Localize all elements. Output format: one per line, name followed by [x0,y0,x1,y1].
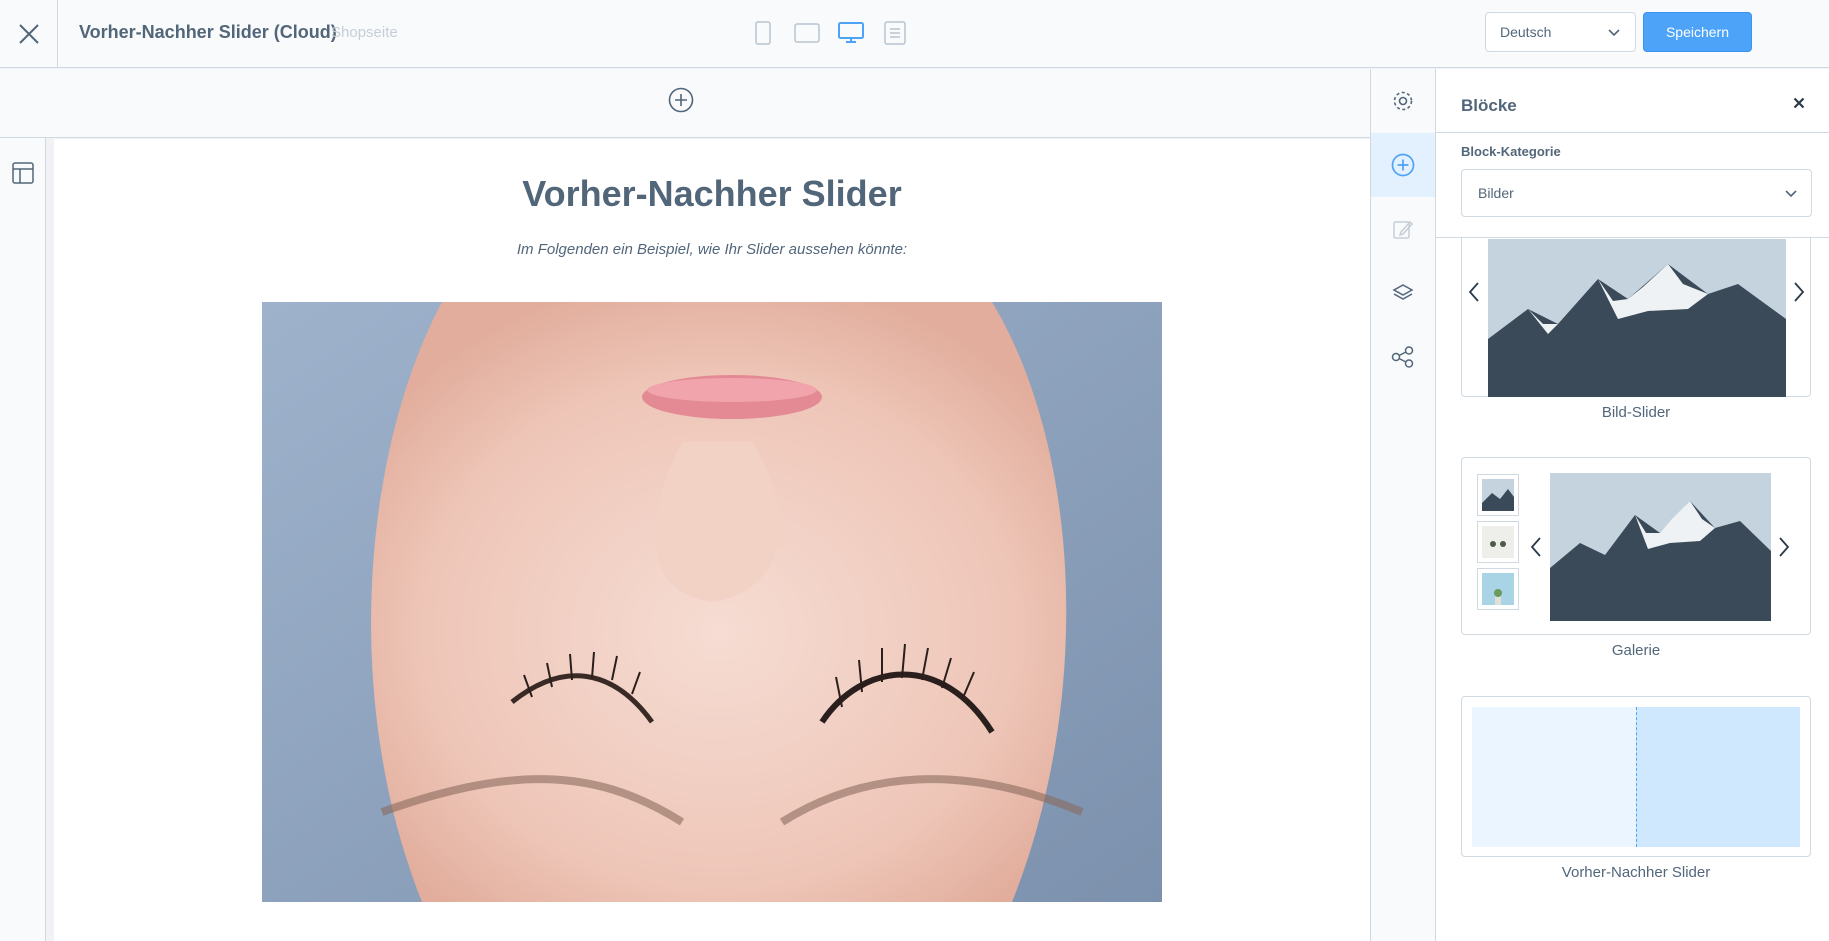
panel-close-button[interactable] [1793,96,1805,114]
panel-header: Blöcke [1436,69,1829,133]
add-section-button[interactable] [668,87,694,118]
canvas: Vorher-Nachher Slider Im Folgenden ein B… [54,139,1370,941]
layout-icon [12,162,34,184]
layers-icon [1392,284,1414,300]
close-icon [18,24,39,44]
plus-circle-icon [1391,153,1415,177]
block-category-label: Block-Kategorie [1461,144,1561,159]
device-tablet-button[interactable] [792,18,822,48]
settings-tab[interactable] [1371,69,1435,133]
device-desktop-button[interactable] [836,18,866,48]
edit-icon [1393,220,1414,239]
add-section-bar [0,69,1370,138]
left-rail [0,138,46,941]
slider-divider[interactable] [1636,707,1637,847]
before-half [1472,707,1636,847]
chevron-down-icon [1785,190,1797,198]
language-select[interactable]: Deutsch [1485,12,1636,52]
blocks-list: Bild-Slider Galerie Vorher-Nachher Slide… [1436,237,1829,941]
layers-tab[interactable] [1371,261,1435,325]
face-image [262,302,1162,902]
device-list-button[interactable] [880,18,910,48]
page-type: Shopseite [331,24,398,41]
panel-title: Blöcke [1461,96,1517,115]
block-card-image-slider[interactable] [1461,238,1811,397]
edit-tab[interactable] [1371,197,1435,261]
gallery-thumbnail [1477,568,1519,610]
share-tab[interactable] [1371,325,1435,389]
chevron-left-icon [1468,282,1479,302]
block-card-before-after-slider[interactable] [1461,696,1811,857]
tablet-icon [794,23,820,43]
block-category-value: Bilder [1478,185,1514,201]
block-card-gallery[interactable] [1461,457,1811,635]
blocks-panel: Blöcke Block-Kategorie Bilder Bild-Slide… [1436,69,1829,941]
chevron-left-icon [1530,537,1541,557]
share-icon [1391,346,1414,368]
slider-image[interactable] [262,302,1162,902]
chevron-right-icon [1779,537,1790,557]
block-label: Bild-Slider [1601,404,1671,421]
gear-icon [1393,91,1413,111]
mountain-image [1488,239,1786,397]
add-blocks-tab[interactable] [1371,133,1435,197]
block-label: Galerie [1611,642,1661,659]
save-button[interactable]: Speichern [1643,12,1752,52]
top-bar: Vorher-Nachher Slider (Cloud) Shopseite … [0,0,1829,68]
content-subtitle: Im Folgenden ein Beispiel, wie Ihr Slide… [516,241,908,258]
sidebar-icon-column [1370,69,1436,941]
block-label: Vorher-Nachher Slider [1561,864,1711,881]
list-icon [884,21,906,45]
gallery-thumbnail [1477,521,1519,563]
chevron-down-icon [1608,29,1620,37]
desktop-icon [838,22,864,43]
close-button[interactable] [0,0,58,68]
language-value: Deutsch [1500,24,1552,40]
mountain-image [1550,473,1771,621]
device-mobile-button[interactable] [748,18,778,48]
mobile-icon [755,21,771,45]
page-title: Vorher-Nachher Slider (Cloud) [79,22,337,42]
block-category-select[interactable]: Bilder [1461,169,1812,217]
gallery-thumbnail [1477,474,1519,516]
device-switcher [748,18,910,48]
after-half [1636,707,1800,847]
content-title: Vorher-Nachher Slider [522,173,902,214]
close-icon [1793,97,1805,109]
layout-button[interactable] [12,162,34,189]
plus-circle-icon [668,87,694,113]
chevron-right-icon [1794,282,1805,302]
